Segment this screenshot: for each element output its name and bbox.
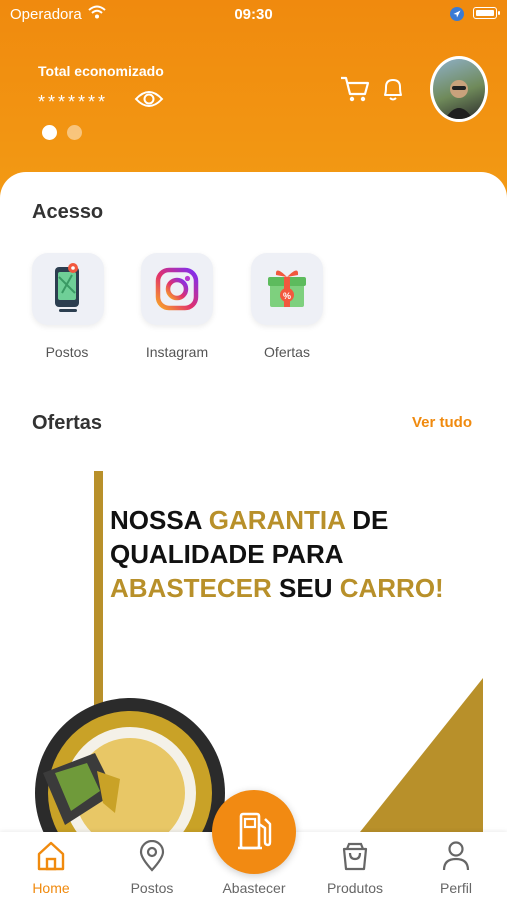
- gift-icon: %: [251, 270, 323, 329]
- abastecer-fab-button[interactable]: [212, 790, 296, 874]
- svg-text:%: %: [283, 291, 291, 301]
- tab-postos[interactable]: Postos: [107, 832, 197, 900]
- carousel-indicator: [42, 125, 92, 145]
- instagram-icon: [141, 267, 213, 329]
- user-icon: [441, 840, 471, 872]
- avatar[interactable]: [430, 56, 488, 122]
- tab-label: Abastecer: [222, 880, 286, 896]
- fuel-pump-icon: [212, 812, 296, 878]
- banner-graphic: [35, 678, 483, 832]
- fuel-map-icon: [32, 263, 104, 329]
- access-tile-postos[interactable]: [32, 253, 104, 325]
- offers-title: Ofertas: [32, 412, 103, 434]
- status-time: 09:30: [234, 6, 273, 23]
- battery-icon: [473, 7, 500, 19]
- tab-perfil[interactable]: Perfil: [411, 832, 501, 900]
- eye-icon[interactable]: [134, 88, 164, 115]
- access-title: Acesso: [32, 201, 104, 223]
- savings-value: *******: [38, 92, 109, 112]
- access-label-postos: Postos: [45, 344, 89, 360]
- see-all-link[interactable]: Ver tudo: [412, 414, 472, 431]
- location-arrow-icon: [450, 7, 464, 25]
- savings-label: Total economizado: [38, 63, 164, 79]
- cart-icon[interactable]: [340, 75, 370, 108]
- carousel-dot[interactable]: [67, 125, 82, 140]
- access-label-ofertas: Ofertas: [264, 344, 310, 360]
- bell-icon[interactable]: [381, 76, 405, 107]
- access-tile-instagram[interactable]: [141, 253, 213, 325]
- access-tile-ofertas[interactable]: %: [251, 253, 323, 325]
- tab-label: Postos: [130, 880, 174, 896]
- tab-label: Produtos: [326, 880, 384, 896]
- carousel-dot-active[interactable]: [42, 125, 57, 140]
- home-icon: [36, 840, 66, 872]
- tab-label: Perfil: [440, 880, 472, 896]
- tab-label: Home: [32, 880, 70, 896]
- tab-home[interactable]: Home: [6, 832, 96, 900]
- offer-banner[interactable]: NOSSA GARANTIA DE QUALIDADE PARA ABASTEC…: [25, 453, 483, 832]
- shopping-bag-icon: [340, 840, 370, 872]
- access-label-instagram: Instagram: [145, 344, 209, 360]
- location-pin-icon: [137, 839, 167, 872]
- status-bar: Operadora 09:30: [0, 0, 507, 30]
- tab-produtos[interactable]: Produtos: [310, 832, 400, 900]
